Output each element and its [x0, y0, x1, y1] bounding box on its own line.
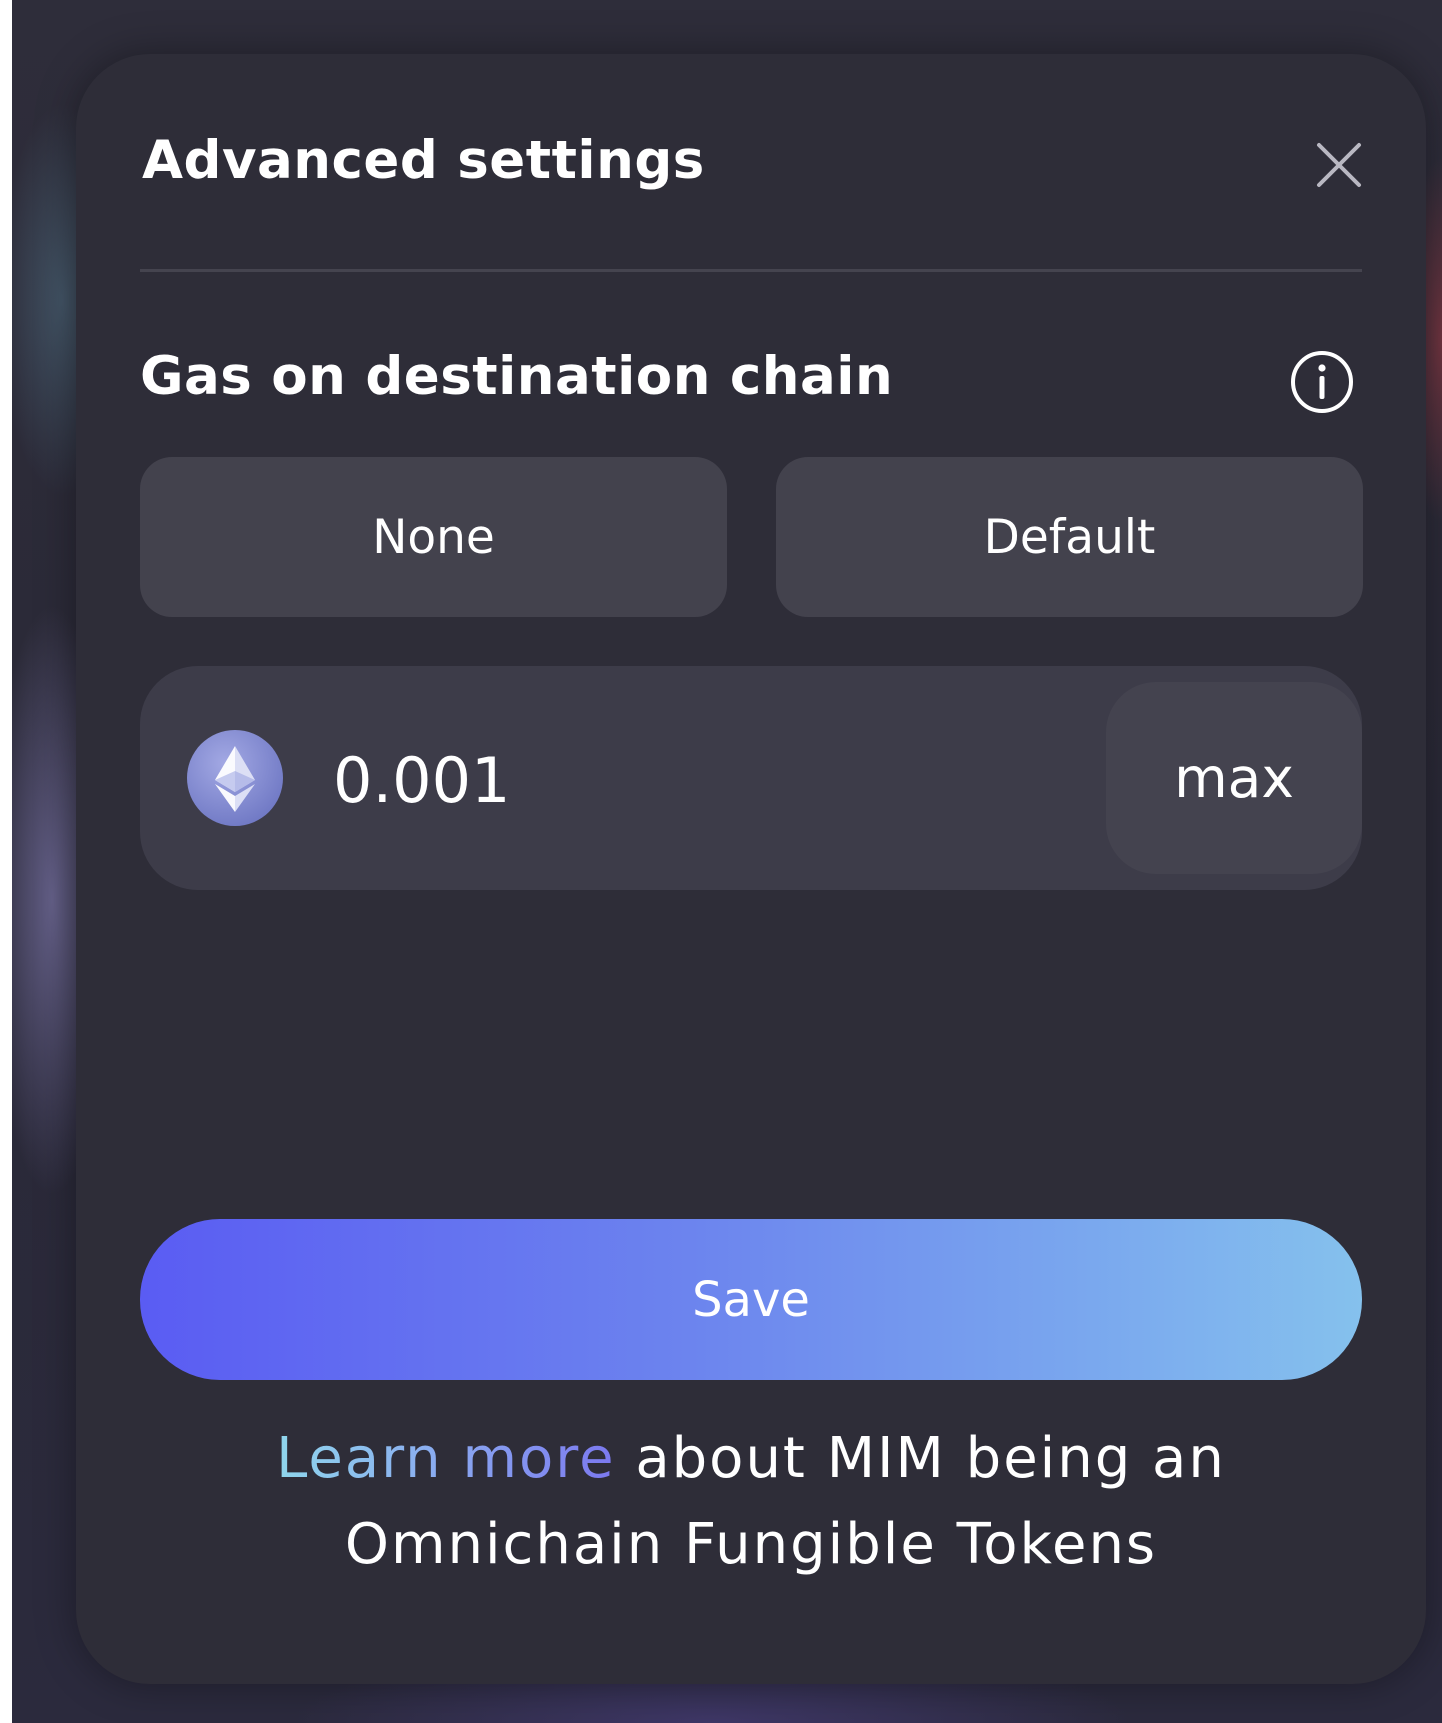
max-button[interactable]: max: [1106, 682, 1362, 874]
gas-option-default-button[interactable]: Default: [776, 457, 1363, 617]
gas-amount-field[interactable]: 0.001 max: [140, 666, 1362, 890]
header-divider: [140, 269, 1362, 272]
advanced-settings-modal: Advanced settings Gas on destination cha…: [76, 54, 1426, 1684]
ethereum-icon: [187, 730, 283, 826]
learn-more-link[interactable]: Learn more: [276, 1426, 615, 1491]
gas-section-title: Gas on destination chain: [140, 346, 894, 407]
footnote-line2-text: Omnichain Fungible Tokens: [344, 1512, 1158, 1577]
close-icon: [1317, 143, 1361, 187]
gas-amount-value[interactable]: 0.001: [333, 744, 511, 817]
close-button[interactable]: [1313, 139, 1365, 191]
save-button[interactable]: Save: [140, 1219, 1362, 1380]
info-icon[interactable]: [1289, 349, 1355, 415]
footnote-line1-text: about MIM being an: [615, 1426, 1226, 1491]
modal-title: Advanced settings: [142, 130, 705, 191]
omnichain-footnote: Learn more about MIM being an Omnichain …: [140, 1416, 1362, 1588]
gas-option-none-button[interactable]: None: [140, 457, 727, 617]
